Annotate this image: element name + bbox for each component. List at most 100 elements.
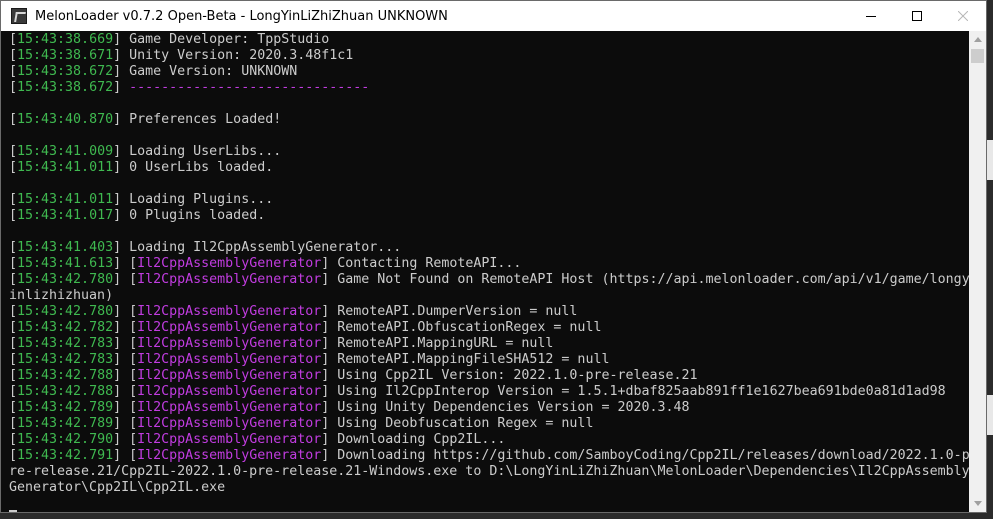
bracket: [ [9, 416, 18, 431]
bracket: [ [9, 336, 18, 351]
bracket: ] [113, 80, 122, 95]
log-module: Il2CppAssemblyGenerator [137, 336, 322, 351]
console-line: [15:43:42.783] [Il2CppAssemblyGenerator]… [9, 336, 970, 352]
log-message: Loading Plugins... [121, 192, 274, 207]
bracket: [ [121, 416, 138, 431]
log-module: Il2CppAssemblyGenerator [137, 400, 322, 415]
log-timestamp: 15:43:41.017 [17, 208, 114, 223]
log-timestamp: 15:43:42.789 [17, 400, 114, 415]
log-message: Game Not Found on RemoteAPI Host (https:… [329, 272, 970, 287]
log-message: RemoteAPI.MappingFileSHA512 = null [329, 352, 610, 367]
log-timestamp: 15:43:41.011 [17, 160, 114, 175]
console-line: Generator\Cpp2IL\Cpp2IL.exe [9, 480, 970, 496]
log-timestamp: 15:43:40.870 [17, 112, 114, 127]
bracket: [ [121, 320, 138, 335]
bracket: ] [113, 336, 122, 351]
bracket: ] [113, 256, 122, 271]
bracket: [ [9, 160, 18, 175]
console-line: [15:43:41.009] Loading UserLibs... [9, 144, 970, 160]
log-message-continuation: Generator\Cpp2IL\Cpp2IL.exe [9, 480, 226, 495]
console-window: MelonLoader v0.7.2 Open-Beta - LongYinLi… [0, 0, 987, 513]
bracket: ] [113, 144, 122, 159]
log-message: Using Deobfuscation Regex = null [329, 416, 594, 431]
chevron-down-icon [973, 501, 982, 506]
log-timestamp: 15:43:41.403 [17, 240, 114, 255]
console-line: [15:43:41.017] 0 Plugins loaded. [9, 208, 970, 224]
bracket: [ [9, 208, 18, 223]
bracket: ] [113, 416, 122, 431]
log-module: Il2CppAssemblyGenerator [137, 320, 322, 335]
console-line [9, 496, 970, 512]
console-line: [15:43:42.780] [Il2CppAssemblyGenerator]… [9, 304, 970, 320]
bracket: ] [113, 400, 122, 415]
bracket: [ [121, 352, 138, 367]
log-message: Downloading https://github.com/SamboyCod… [329, 448, 970, 463]
log-message: Using Il2CppInterop Version = 1.5.1+dbaf… [329, 384, 946, 399]
log-timestamp: 15:43:42.783 [17, 336, 114, 351]
close-icon [958, 11, 968, 21]
bracket: [ [9, 320, 18, 335]
log-timestamp: 15:43:42.782 [17, 320, 114, 335]
bracket: ] [113, 48, 122, 63]
log-timestamp: 15:43:38.669 [17, 32, 114, 47]
console-line: [15:43:40.870] Preferences Loaded! [9, 112, 970, 128]
bracket: [ [9, 112, 18, 127]
scroll-up-button[interactable] [969, 31, 986, 48]
bracket: [ [121, 304, 138, 319]
bracket: [ [121, 400, 138, 415]
maximize-button[interactable] [894, 1, 940, 31]
bracket: [ [9, 48, 18, 63]
log-module: Il2CppAssemblyGenerator [137, 272, 322, 287]
log-message: RemoteAPI.DumperVersion = null [329, 304, 578, 319]
log-timestamp: 15:43:42.783 [17, 352, 114, 367]
log-timestamp: 15:43:42.790 [17, 432, 114, 447]
log-module: Il2CppAssemblyGenerator [137, 416, 322, 431]
log-message: RemoteAPI.MappingURL = null [329, 336, 554, 351]
scrollbar-thumb[interactable] [971, 49, 984, 63]
console-line: [15:43:42.789] [Il2CppAssemblyGenerator]… [9, 400, 970, 416]
bracket: ] [113, 352, 122, 367]
minimize-button[interactable] [848, 1, 894, 31]
bracket: [ [9, 256, 18, 271]
window-title: MelonLoader v0.7.2 Open-Beta - LongYinLi… [35, 8, 448, 24]
log-message: Loading Il2CppAssemblyGenerator... [121, 240, 402, 255]
bracket: [ [9, 144, 18, 159]
log-module: Il2CppAssemblyGenerator [137, 304, 322, 319]
log-timestamp: 15:43:42.780 [17, 304, 114, 319]
console-line: [15:43:41.613] [Il2CppAssemblyGenerator]… [9, 256, 970, 272]
console-line: [15:43:42.783] [Il2CppAssemblyGenerator]… [9, 352, 970, 368]
bracket: ] [113, 368, 122, 383]
title-bar[interactable]: MelonLoader v0.7.2 Open-Beta - LongYinLi… [1, 1, 986, 31]
console-output[interactable]: [15:43:38.669] Game Developer: TppStudio… [1, 31, 970, 512]
bracket: ] [113, 304, 122, 319]
background-window-fragment [987, 140, 993, 180]
maximize-icon [912, 11, 922, 21]
bracket: [ [121, 256, 138, 271]
bracket: [ [9, 352, 18, 367]
log-message: Preferences Loaded! [121, 112, 282, 127]
log-message: Unity Version: 2020.3.48f1c1 [121, 48, 354, 63]
close-button[interactable] [940, 1, 986, 31]
log-timestamp: 15:43:41.011 [17, 192, 114, 207]
log-timestamp: 15:43:38.671 [17, 48, 114, 63]
bracket: ] [113, 192, 122, 207]
bracket: [ [121, 368, 138, 383]
log-message: Contacting RemoteAPI... [329, 256, 522, 271]
scroll-down-button[interactable] [969, 495, 986, 512]
bracket: ] [113, 432, 122, 447]
log-module: Il2CppAssemblyGenerator [137, 368, 322, 383]
console-line: [15:43:42.788] [Il2CppAssemblyGenerator]… [9, 368, 970, 384]
melonloader-app-icon[interactable] [11, 8, 27, 24]
log-timestamp: 15:43:42.788 [17, 368, 114, 383]
bracket: ] [113, 160, 122, 175]
bracket: [ [9, 32, 18, 47]
background-window-fragment [987, 395, 993, 435]
console-line: [15:43:38.672] -------------------------… [9, 80, 970, 96]
vertical-scrollbar[interactable] [969, 31, 986, 512]
log-message: Game Version: UNKNOWN [121, 64, 298, 79]
bracket: [ [9, 80, 18, 95]
log-message: Using Unity Dependencies Version = 2020.… [329, 400, 690, 415]
bracket: [ [9, 304, 18, 319]
